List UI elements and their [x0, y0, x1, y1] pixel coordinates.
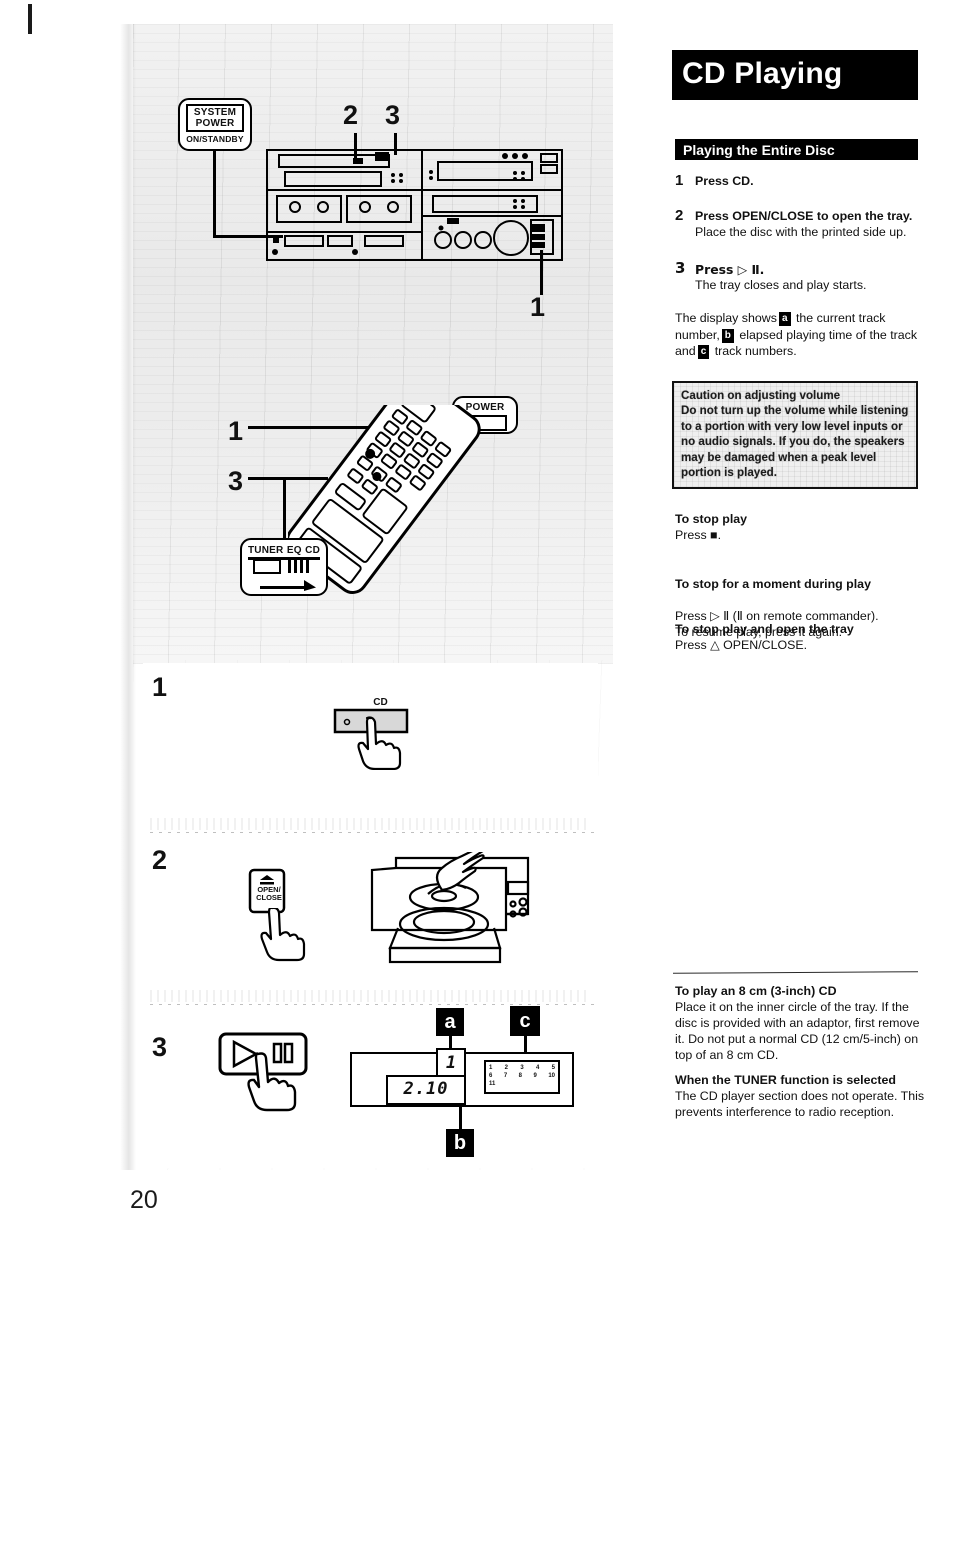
- lead-system-power-v: [213, 151, 216, 238]
- instruction-step-3: 3 Press ▷ Ⅱ. The tray closes and play st…: [675, 259, 925, 293]
- inline-marker-a: a: [778, 312, 791, 326]
- track-cell: 10: [548, 1073, 555, 1079]
- note-stop-play: To stop play Press ■.: [675, 511, 927, 543]
- cd-button-press-illustration: [333, 708, 409, 770]
- step-2-bold: Press OPEN/CLOSE to open the tray.: [695, 209, 913, 223]
- figure-divider-1: [150, 832, 595, 833]
- instruction-step-1: 1 Press CD.: [675, 172, 925, 190]
- inline-marker-c: c: [697, 345, 710, 359]
- stereo-system-illustration: [266, 149, 563, 261]
- figure-step3-number: 3: [152, 1032, 168, 1062]
- note-open-tray-heading: To stop play and open the tray: [675, 622, 854, 636]
- note-tuner-heading: When the TUNER function is selected: [675, 1073, 896, 1087]
- scan-edge-tick: [28, 4, 32, 34]
- system-power-line1: SYSTEM: [193, 107, 237, 118]
- note-8cm-cd: To play an 8 cm (3-inch) CD Place it on …: [675, 983, 927, 1063]
- marker-1-right: 1: [530, 292, 546, 322]
- caution-body: Do not turn up the volume while listenin…: [681, 404, 909, 480]
- figure-step3-button: [218, 1032, 323, 1122]
- step-2-detail: Place the disc with the printed side up.: [695, 224, 907, 239]
- figure-step1-number: 1: [152, 672, 168, 702]
- callout-system-power: SYSTEM POWER ON/STANDBY: [178, 98, 252, 151]
- display-desc-t4: track numbers.: [714, 344, 797, 358]
- instruction-step-2: 2 Press OPEN/CLOSE to open the tray. Pla…: [675, 207, 925, 240]
- track-cell: 9: [533, 1073, 537, 1079]
- display-description-paragraph: The display shows a the current track num…: [675, 310, 925, 360]
- track-cell: 1: [489, 1065, 493, 1071]
- track-cell: 7: [503, 1073, 508, 1079]
- page-number: 20: [130, 1186, 158, 1214]
- note-tuner-body: The CD player section does not operate. …: [675, 1089, 925, 1119]
- lead-function-v: [283, 480, 286, 538]
- system-power-inner: SYSTEM POWER: [186, 104, 244, 132]
- track-number-grid: 1 2 3 4 5 6 7 8 9 10 11: [484, 1060, 560, 1094]
- figure-divider-2: [150, 1004, 595, 1005]
- track-cell: 11: [489, 1081, 496, 1087]
- step-3-detail: The tray closes and play starts.: [695, 277, 867, 292]
- inline-marker-b: b: [721, 328, 734, 343]
- section-heading-bar: Playing the Entire Disc: [675, 139, 918, 160]
- step-1-bold: Press CD.: [695, 174, 754, 188]
- noise-band-b: [150, 990, 590, 1002]
- note-stop-play-body: Press ■.: [675, 528, 722, 542]
- caution-heading: Caution on adjusting volume: [681, 389, 841, 402]
- marker-1-remote: 1: [228, 416, 244, 446]
- page-title-bar: CD Playing: [672, 50, 918, 100]
- caution-box: Caution on adjusting volume Do not turn …: [672, 381, 918, 489]
- step-3-number: 3: [675, 259, 686, 277]
- track-cell: 5: [551, 1065, 555, 1071]
- note-pause-heading: To stop for a moment during play: [675, 577, 871, 591]
- marker-2-top: 2: [343, 100, 359, 130]
- open-close-label-2: CLOSE: [256, 893, 282, 902]
- play-pause-button-glyph: [218, 1032, 308, 1112]
- manual-page: SYSTEM POWER ON/STANDBY 2 3 1 POWER 1 3 …: [0, 0, 954, 1566]
- marker-3-remote: 3: [228, 466, 244, 496]
- note-stop-play-heading: To stop play: [675, 512, 748, 526]
- cd-button-label: CD: [373, 697, 388, 708]
- page-title: CD Playing: [682, 57, 843, 90]
- function-label-eq: EQ: [286, 545, 302, 556]
- noise-band-a: [150, 818, 590, 830]
- step-2-number: 2: [675, 207, 684, 224]
- figure-step2-button: OPEN/ CLOSE: [248, 868, 308, 962]
- function-label-tuner: TUNER: [248, 545, 284, 556]
- figure-step1: CD: [333, 697, 428, 770]
- marker-3-top: 3: [385, 100, 401, 130]
- step-3-bold: Press ▷ Ⅱ.: [695, 262, 765, 277]
- cd-display-panel: 1 2.10 1 2 3 4 5 6 7 8 9 10 11: [350, 1048, 574, 1107]
- track-cell: 8: [518, 1073, 522, 1079]
- scan-gutter-shadow: [120, 24, 136, 1170]
- note-8cm-body: Place it on the inner circle of the tray…: [675, 1000, 920, 1062]
- callout-function-selector: TUNER EQ CD: [240, 538, 328, 596]
- marker-b: b: [446, 1129, 474, 1157]
- horizontal-rule: [672, 971, 919, 974]
- function-slider-glyph: [248, 557, 320, 591]
- loading-disc-illustration: [370, 852, 530, 964]
- track-cell: 3: [520, 1065, 524, 1071]
- marker-c: c: [510, 1006, 540, 1036]
- note-open-tray: To stop play and open the tray Press △ O…: [675, 621, 927, 653]
- track-cell: 6: [489, 1073, 493, 1079]
- system-power-line2: POWER: [195, 118, 235, 129]
- step-1-number: 1: [675, 172, 684, 189]
- figure-step2-number: 2: [152, 845, 168, 875]
- track-cell: 4: [535, 1065, 540, 1071]
- track-cell: 2: [504, 1065, 508, 1071]
- marker-a: a: [436, 1008, 464, 1036]
- note-tuner: When the TUNER function is selected The …: [675, 1072, 927, 1120]
- display-desc-t1: The display shows: [675, 311, 777, 325]
- system-power-line3: ON/STANDBY: [186, 134, 244, 144]
- section-heading: Playing the Entire Disc: [683, 142, 835, 158]
- finger-pressing-open-close: [260, 908, 306, 962]
- note-8cm-heading: To play an 8 cm (3-inch) CD: [675, 984, 837, 998]
- function-label-cd: CD: [305, 545, 320, 556]
- elapsed-time-display: 2.10: [386, 1075, 466, 1105]
- note-open-tray-body: Press △ OPEN/CLOSE.: [675, 638, 808, 652]
